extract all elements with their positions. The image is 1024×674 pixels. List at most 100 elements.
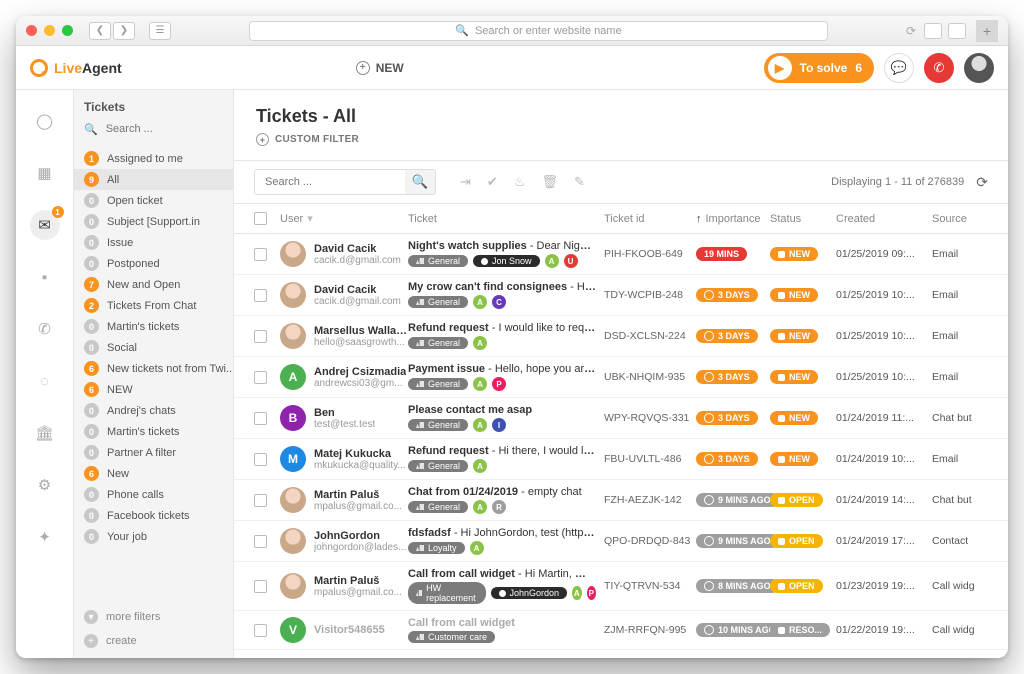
filters-search-input[interactable] <box>104 122 223 136</box>
minimize-window-icon[interactable] <box>44 25 55 36</box>
filter-item[interactable]: 0Open ticket <box>74 190 233 211</box>
delete-icon[interactable]: 🗑 <box>541 174 558 190</box>
rail-more[interactable]: ✦ <box>30 522 60 552</box>
table-row[interactable]: Marsellus Wallace hello@saasgrowth... Re… <box>234 316 1008 357</box>
row-checkbox[interactable] <box>254 412 267 425</box>
filter-item[interactable]: 6New tickets not from Twi... <box>74 358 233 379</box>
row-checkbox[interactable] <box>254 580 267 593</box>
rail-apps[interactable]: ▦ <box>30 158 60 188</box>
reload-button[interactable]: ⟳ <box>976 174 988 191</box>
rail-tickets[interactable]: ✉ 1 <box>30 210 60 240</box>
filter-item[interactable]: 0Subject [Support.in <box>74 211 233 232</box>
col-created[interactable]: Created <box>836 213 932 225</box>
table-row[interactable]: V Visitor548655 Call from call widget Cu… <box>234 611 1008 650</box>
sidebar-toggle-icon[interactable]: ☰ <box>149 22 171 40</box>
plus-icon: + <box>256 133 269 146</box>
filters-more[interactable]: ▾ more filters <box>84 610 223 624</box>
ticket-search-input[interactable] <box>255 170 405 194</box>
select-all-checkbox[interactable] <box>254 212 267 225</box>
share-icon[interactable] <box>924 23 942 39</box>
filter-item[interactable]: 0Your job <box>74 526 233 547</box>
new-tab-button[interactable]: + <box>976 20 998 42</box>
col-source[interactable]: Source <box>932 213 988 225</box>
filter-label: Partner A filter <box>107 447 176 459</box>
close-window-icon[interactable] <box>26 25 37 36</box>
filter-item[interactable]: 6New <box>74 463 233 484</box>
rail-kb[interactable]: 🏛 <box>30 418 60 448</box>
new-button[interactable]: + NEW <box>356 61 404 75</box>
ticket-search-button[interactable]: 🔍 <box>405 170 435 194</box>
rail-dashboard[interactable]: ◯ <box>30 106 60 136</box>
col-status[interactable]: Status <box>770 213 836 225</box>
ticket-subject: Night's watch supplies - Dear Night's wa… <box>408 240 596 252</box>
wand-icon[interactable]: ✎ <box>574 174 585 190</box>
row-checkbox[interactable] <box>254 289 267 302</box>
window-controls[interactable] <box>26 25 73 36</box>
quick-call-button[interactable]: ✆ <box>924 53 954 83</box>
table-row[interactable]: A Andrej Csizmadia andrewcsi03@gm... Pay… <box>234 357 1008 398</box>
filters-create[interactable]: + create <box>84 634 223 648</box>
col-user[interactable]: User▾ <box>280 212 408 225</box>
filter-item[interactable]: 0Facebook tickets <box>74 505 233 526</box>
custom-filter-button[interactable]: + CUSTOM FILTER <box>234 133 1008 160</box>
current-user-avatar[interactable] <box>964 53 994 83</box>
maximize-window-icon[interactable] <box>62 25 73 36</box>
filter-item[interactable]: 7New and Open <box>74 274 233 295</box>
table-row[interactable]: Martin Paluš mpalus@gmail.co... Chat fro… <box>234 480 1008 521</box>
fire-icon[interactable]: ♨ <box>514 174 526 190</box>
table-row[interactable]: David Cacik cacik.d@gmail.com Night's wa… <box>234 234 1008 275</box>
rail-chat[interactable]: ▪ <box>30 262 60 292</box>
export-icon[interactable]: ⇥ <box>460 174 471 190</box>
ticket-search[interactable]: 🔍 <box>254 169 436 195</box>
rail-automation[interactable]: ◌ <box>30 366 60 396</box>
new-label: NEW <box>376 61 404 75</box>
filter-item[interactable]: 0Postponed <box>74 253 233 274</box>
filter-label: Assigned to me <box>107 153 183 165</box>
row-checkbox[interactable] <box>254 494 267 507</box>
filter-count: 0 <box>84 214 99 229</box>
filter-item[interactable]: 1Assigned to me <box>74 148 233 169</box>
table-row[interactable]: Martin Paluš mpalus@gmail.co... Call fro… <box>234 562 1008 611</box>
col-importance[interactable]: ↑Importance <box>696 213 770 225</box>
filter-item[interactable]: 0Martin's tickets <box>74 421 233 442</box>
row-checkbox[interactable] <box>254 248 267 261</box>
filter-item[interactable]: 0Social <box>74 337 233 358</box>
col-ticket-id[interactable]: Ticket id <box>604 213 696 225</box>
filter-item[interactable]: 2Tickets From Chat <box>74 295 233 316</box>
filter-item[interactable]: 0Phone calls <box>74 484 233 505</box>
rail-settings[interactable]: ⚙ <box>30 470 60 500</box>
filter-item[interactable]: 0Martin's tickets <box>74 316 233 337</box>
filter-item[interactable]: 0Issue <box>74 232 233 253</box>
tabs-icon[interactable] <box>948 23 966 39</box>
filter-item[interactable]: 0Partner A filter <box>74 442 233 463</box>
filter-item[interactable]: 0Andrej's chats <box>74 400 233 421</box>
rail-calls[interactable]: ✆ <box>30 314 60 344</box>
table-row[interactable]: David Cacik cacik.d@gmail.com My crow ca… <box>234 275 1008 316</box>
row-checkbox[interactable] <box>254 624 267 637</box>
filter-item[interactable]: 6NEW <box>74 379 233 400</box>
row-checkbox[interactable] <box>254 453 267 466</box>
filters-search[interactable]: 🔍 <box>74 118 233 146</box>
filter-count: 0 <box>84 529 99 544</box>
row-checkbox[interactable] <box>254 535 267 548</box>
table-row[interactable]: M Matej Kukucka mkukucka@quality... Refu… <box>234 439 1008 480</box>
back-button[interactable]: ❮ <box>89 22 111 40</box>
quick-chat-button[interactable]: 💬 <box>884 53 914 83</box>
table-row[interactable]: B Ben test@test.test Please contact me a… <box>234 398 1008 439</box>
resolve-icon[interactable]: ✔ <box>487 174 498 190</box>
tag-mini: A <box>473 377 487 391</box>
to-solve-button[interactable]: ▶ To solve 6 <box>764 53 874 83</box>
table-row[interactable]: JohnGordon johngordon@lades... fdsfadsf … <box>234 521 1008 562</box>
reader-icon[interactable]: ⟳ <box>906 24 916 38</box>
col-ticket[interactable]: Ticket <box>408 213 604 225</box>
tag-mini: P <box>587 586 596 600</box>
filters-title: Tickets <box>74 90 233 118</box>
brand-logo[interactable]: LiveAgent <box>30 59 122 77</box>
row-checkbox[interactable] <box>254 371 267 384</box>
url-bar[interactable]: 🔍 Search or enter website name <box>249 21 828 41</box>
filter-item[interactable]: 9All <box>74 169 233 190</box>
row-checkbox[interactable] <box>254 330 267 343</box>
forward-button[interactable]: ❯ <box>113 22 135 40</box>
ticket-subject: fdsfadsf - Hi JohnGordon, test (https://… <box>408 527 596 539</box>
created-at: 01/23/2019 19:... <box>836 580 932 592</box>
